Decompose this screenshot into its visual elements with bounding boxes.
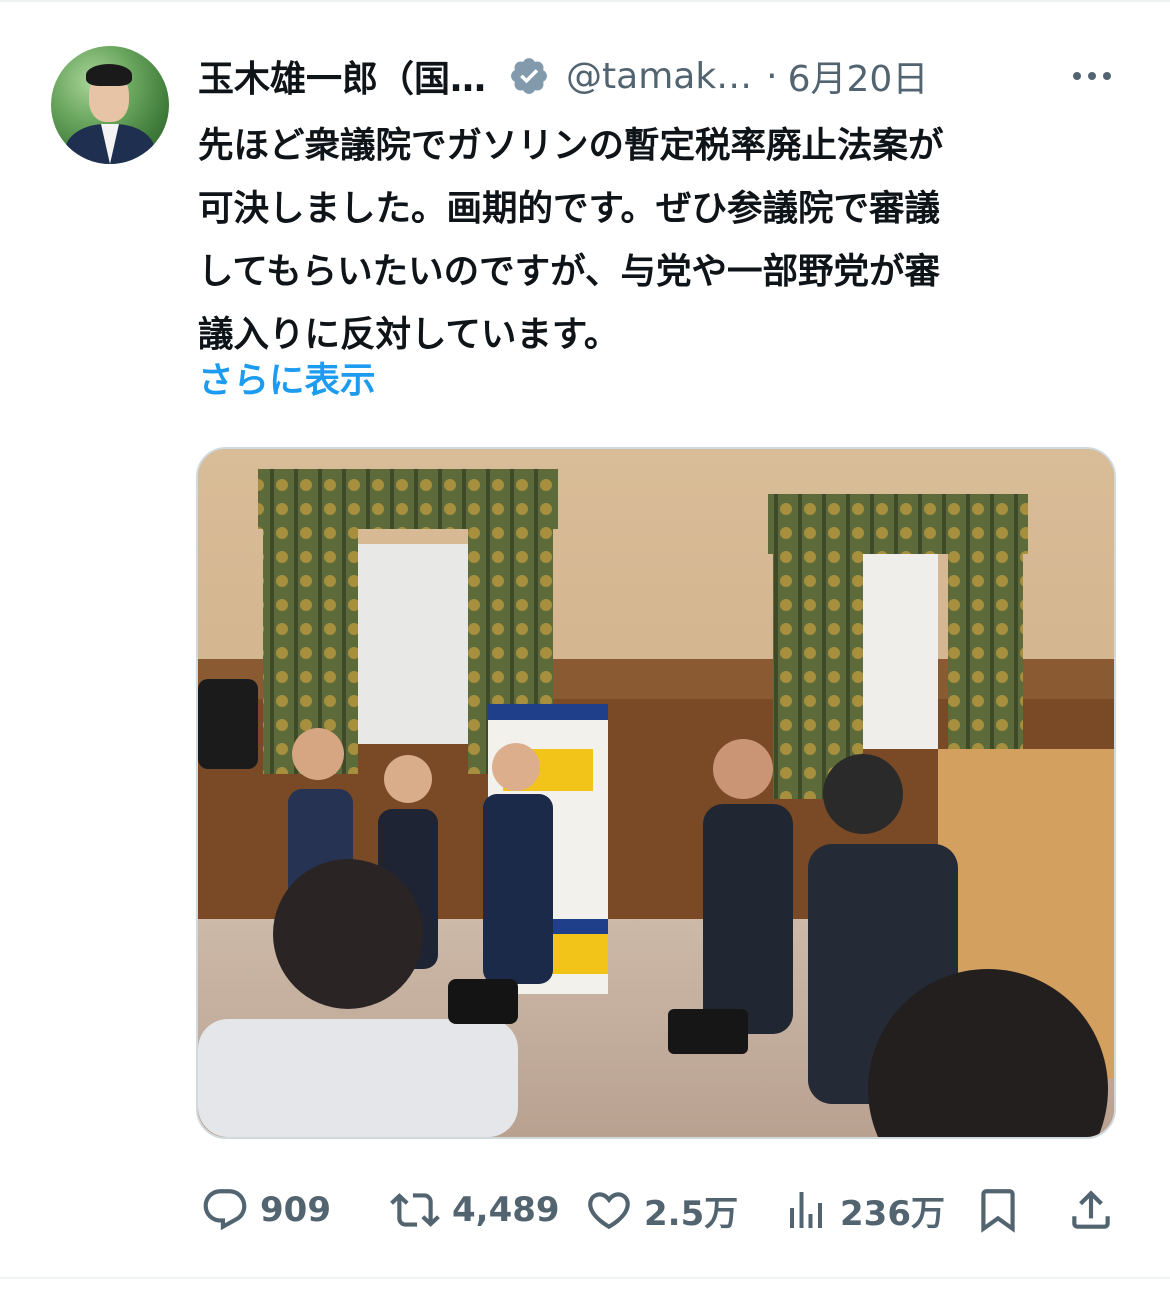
tweet-card[interactable]: 玉木雄一郎（国… @tamak… · 6月20日 先ほど衆議院でガソリンの暫定税…: [0, 0, 1170, 1291]
tweet-line-3-start: してもらいたいのですが、: [198, 251, 621, 292]
photo-valance-left: [258, 469, 558, 529]
more-dots-icon[interactable]: [1067, 58, 1117, 94]
repost-count: 4,489: [452, 1190, 560, 1230]
reply-button[interactable]: 909: [200, 1185, 331, 1235]
bottom-divider: [0, 1277, 1170, 1279]
bookmark-icon: [973, 1185, 1023, 1235]
bookmark-button[interactable]: [973, 1185, 1023, 1235]
separator-dot: ·: [766, 55, 778, 97]
heart-icon: [584, 1185, 634, 1235]
reply-count: 909: [260, 1190, 331, 1230]
photo-valance-right: [768, 494, 1028, 554]
tweet-line-3-end: や一部野党が審: [691, 251, 940, 292]
author-name[interactable]: 玉木雄一郎（国…: [198, 50, 486, 102]
like-button[interactable]: 2.5万: [584, 1185, 738, 1235]
repost-button[interactable]: 4,489: [388, 1185, 560, 1235]
verified-badge-icon: [508, 55, 550, 97]
avatar[interactable]: [51, 46, 169, 164]
tweet-line-2: 可決しました。画期的です。ぜひ参議院で審議: [198, 188, 940, 229]
photo-banner-top: [488, 704, 608, 720]
like-count: 2.5万: [644, 1193, 739, 1234]
photo-scene: [198, 449, 1114, 1137]
photo-window-left: [348, 544, 478, 744]
share-button[interactable]: [1066, 1185, 1116, 1235]
views-chart-icon: [782, 1185, 830, 1235]
avatar-hair: [86, 64, 132, 86]
tweet-date[interactable]: 6月20日: [788, 50, 929, 102]
views-count: 236万: [840, 1193, 945, 1234]
tweet-text: 先ほど衆議院でガソリンの暫定税率廃止法案が 可決しました。画期的です。ぜひ参議院…: [198, 114, 1098, 366]
tweet-header: 玉木雄一郎（国… @tamak… · 6月20日: [198, 50, 928, 102]
tweet-line-1: 先ほど衆議院でガソリンの暫定税率廃止法案が: [198, 125, 944, 166]
views-button[interactable]: 236万: [782, 1185, 945, 1235]
tweet-actions: 909 4,489 2.5万 236万: [0, 1175, 1170, 1245]
repost-icon: [388, 1185, 442, 1235]
tweet-photo[interactable]: [196, 447, 1116, 1139]
author-handle[interactable]: @tamak…: [566, 56, 752, 97]
reply-icon: [200, 1185, 250, 1235]
tweet-bold-word: 与党: [620, 251, 692, 292]
show-more-link[interactable]: さらに表示: [198, 349, 376, 412]
share-icon: [1066, 1185, 1116, 1235]
tweet-line-3: してもらいたいのですが、与党や一部野党が審: [198, 240, 1098, 303]
